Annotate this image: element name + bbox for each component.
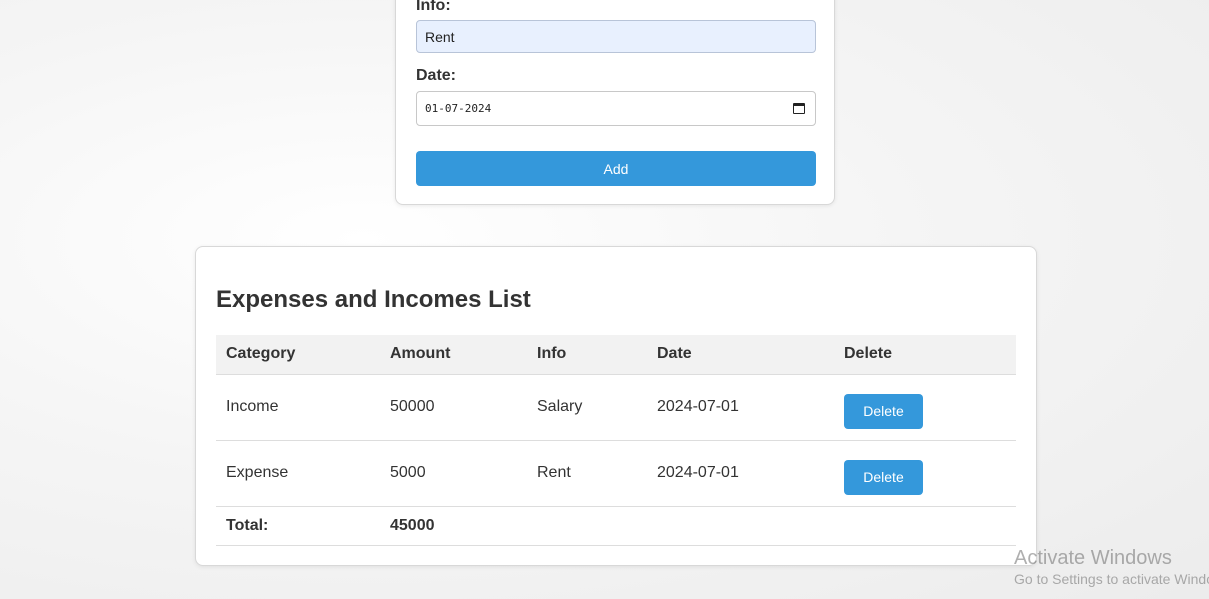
cell-action: Delete [834,374,1016,441]
column-header-delete: Delete [834,335,1016,375]
cell-amount: 50000 [380,374,527,441]
cell-category: Expense [216,440,380,507]
entries-table: Category Amount Info Date Delete Income … [216,335,1016,546]
activate-windows-watermark: Activate Windows Go to Settings to activ… [1014,546,1209,588]
table-row: Expense 5000 Rent 2024-07-01 Delete [216,440,1016,507]
cell-category: Income [216,374,380,441]
calendar-icon[interactable] [793,103,805,114]
add-button[interactable]: Add [416,151,816,186]
cell-action: Delete [834,440,1016,507]
column-header-category: Category [216,335,380,375]
delete-button[interactable]: Delete [844,393,923,429]
table-header-row: Category Amount Info Date Delete [216,335,1016,375]
watermark-subtitle: Go to Settings to activate Windows. [1014,571,1209,587]
column-header-date: Date [647,335,834,375]
date-input-value: 01-07-2024 [425,102,492,115]
watermark-title: Activate Windows [1014,547,1172,569]
cell-date: 2024-07-01 [647,374,834,441]
column-header-info: Info [527,335,647,375]
total-row: Total: 45000 [216,506,1016,546]
add-entry-form: Info: Rent Date: 01-07-2024 Add [395,0,835,205]
cell-info: Salary [527,374,647,441]
delete-button[interactable]: Delete [844,459,923,495]
column-header-amount: Amount [380,335,527,375]
total-value: 45000 [380,506,527,546]
table-row: Income 50000 Salary 2024-07-01 Delete [216,374,1016,441]
cell-amount: 5000 [380,440,527,507]
cell-date: 2024-07-01 [647,440,834,507]
info-input[interactable]: Rent [416,20,816,53]
date-label: Date: [416,67,457,84]
info-label: Info: [416,0,451,14]
expenses-incomes-list: Expenses and Incomes List Category Amoun… [195,246,1037,566]
total-label: Total: [216,506,380,546]
cell-info: Rent [527,440,647,507]
date-input[interactable]: 01-07-2024 [416,91,816,126]
info-input-value: Rent [425,28,455,45]
list-title: Expenses and Incomes List [216,286,531,313]
